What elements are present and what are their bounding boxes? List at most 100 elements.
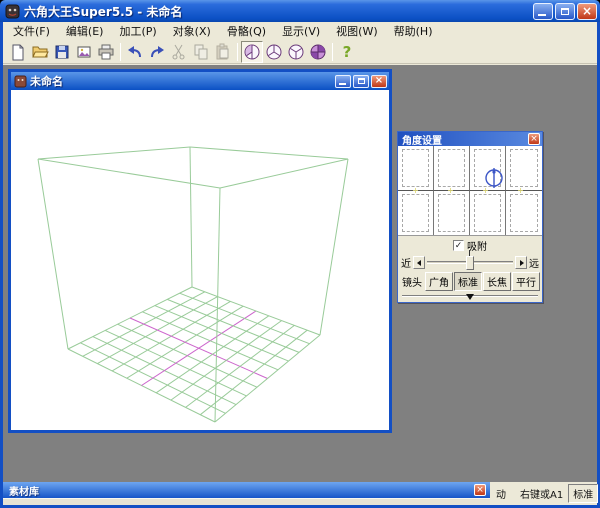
left-triangle-icon xyxy=(417,260,421,266)
redo-icon[interactable] xyxy=(146,41,168,63)
angle-preset-cell[interactable] xyxy=(506,191,542,236)
menu-display[interactable]: 显示(V) xyxy=(274,21,328,41)
status-bar: 动 右键或A1 标准 xyxy=(490,482,597,505)
lens-standard-button[interactable]: 标准 xyxy=(454,272,482,291)
snap-label: 吸附 xyxy=(467,238,487,253)
near-label: 近 xyxy=(401,255,411,270)
bottom-bar: 素材库 × 动 右键或A1 标准 xyxy=(3,482,597,505)
figure-marker xyxy=(518,188,523,193)
material-library-bar[interactable]: 素材库 × xyxy=(3,482,490,498)
preset-frame xyxy=(474,194,501,233)
angle-preset-grid xyxy=(398,146,542,236)
document-titlebar[interactable]: 未命名 × xyxy=(11,72,389,90)
doc-close-button[interactable]: × xyxy=(371,75,387,88)
slider-thumb[interactable] xyxy=(466,256,474,270)
print-icon[interactable] xyxy=(95,41,117,63)
undo-icon[interactable] xyxy=(124,41,146,63)
snap-checkbox[interactable]: ✓ xyxy=(453,240,464,251)
preset-frame xyxy=(510,149,538,187)
wireframe-cube xyxy=(11,90,389,430)
maximize-button[interactable] xyxy=(555,3,575,20)
help-icon[interactable]: ? xyxy=(336,41,358,63)
doc-minimize-icon xyxy=(339,83,346,85)
open-folder-icon[interactable] xyxy=(29,41,51,63)
preset-frame xyxy=(402,194,429,233)
figure-marker xyxy=(483,188,488,193)
toolbar-separator xyxy=(120,43,121,61)
angle-preset-cell[interactable] xyxy=(470,191,506,236)
rotate-view-3-icon[interactable] xyxy=(285,41,307,63)
menu-file[interactable]: 文件(F) xyxy=(5,21,58,41)
menu-edit[interactable]: 编辑(E) xyxy=(58,21,112,41)
window-body: 文件(F) 编辑(E) 加工(P) 对象(X) 骨骼(Q) 显示(V) 视图(W… xyxy=(0,22,600,508)
image-icon[interactable] xyxy=(73,41,95,63)
figure-marker xyxy=(448,188,453,193)
save-icon[interactable] xyxy=(51,41,73,63)
slider-right-arrow[interactable] xyxy=(515,256,527,269)
minimize-button[interactable] xyxy=(533,3,553,20)
sphere-view-icon[interactable] xyxy=(307,41,329,63)
angle-panel-close-button[interactable]: × xyxy=(528,133,540,145)
paste-icon[interactable] xyxy=(212,41,234,63)
material-library-title: 素材库 xyxy=(9,483,474,498)
lens-row: 镜头 广角 标准 长焦 平行 xyxy=(398,271,542,291)
angle-preset-cell[interactable] xyxy=(398,146,434,191)
angle-preset-cell[interactable] xyxy=(506,146,542,191)
lens-wide-button[interactable]: 广角 xyxy=(425,272,453,291)
preset-frame xyxy=(438,149,465,187)
angle-preset-cell[interactable] xyxy=(434,146,470,191)
angle-preset-cell[interactable] xyxy=(434,191,470,236)
toolbar: ? xyxy=(3,40,597,64)
slider-left-arrow[interactable] xyxy=(413,256,425,269)
camera-angle-indicator[interactable] xyxy=(484,168,504,188)
preset-frame xyxy=(402,149,429,187)
menu-object[interactable]: 对象(X) xyxy=(165,21,219,41)
menu-process[interactable]: 加工(P) xyxy=(111,21,164,41)
angle-panel-titlebar[interactable]: 角度设置 × xyxy=(398,132,542,146)
preset-frame xyxy=(438,194,465,233)
distance-slider-row: 近 远 xyxy=(398,254,542,271)
viewport-3d[interactable] xyxy=(11,90,389,430)
titlebar[interactable]: 六角大王Super5.5 - 未命名 × xyxy=(0,0,600,22)
status-hint: 右键或A1 xyxy=(520,486,563,501)
toolbar-separator xyxy=(237,43,238,61)
slider-pointer[interactable] xyxy=(466,294,474,300)
doc-maximize-icon xyxy=(358,78,365,84)
lens-telephoto-button[interactable]: 长焦 xyxy=(483,272,511,291)
preset-frame xyxy=(510,194,538,233)
snap-row: ✓ 吸附 xyxy=(398,236,542,254)
angle-fine-slider[interactable] xyxy=(398,291,542,302)
document-icon xyxy=(14,75,27,88)
angle-settings-panel: 角度设置 × xyxy=(397,131,543,303)
new-file-icon[interactable] xyxy=(7,41,29,63)
angle-panel-title: 角度设置 xyxy=(402,132,528,147)
material-library-close-button[interactable]: × xyxy=(474,484,486,496)
window-title: 六角大王Super5.5 - 未命名 xyxy=(24,3,533,20)
menu-bone[interactable]: 骨骼(Q) xyxy=(219,21,274,41)
status-left: 动 xyxy=(496,486,506,501)
menu-help[interactable]: 帮助(H) xyxy=(386,21,441,41)
menu-view[interactable]: 视图(W) xyxy=(328,21,385,41)
figure-marker xyxy=(413,188,418,193)
doc-maximize-button[interactable] xyxy=(353,75,369,88)
minimize-icon xyxy=(538,14,546,16)
svg-text:?: ? xyxy=(343,43,352,61)
right-triangle-icon xyxy=(520,260,524,266)
doc-minimize-button[interactable] xyxy=(335,75,351,88)
document-title: 未命名 xyxy=(30,73,335,89)
lens-parallel-button[interactable]: 平行 xyxy=(512,272,540,291)
document-window: 未命名 × xyxy=(8,69,392,433)
status-mode: 标准 xyxy=(568,484,598,503)
distance-slider[interactable] xyxy=(427,261,513,264)
angle-preset-cell[interactable] xyxy=(398,191,434,236)
copy-icon[interactable] xyxy=(190,41,212,63)
workspace: 未命名 × 角度设置 × xyxy=(3,65,597,482)
close-button[interactable]: × xyxy=(577,3,597,20)
rotate-view-1-icon[interactable] xyxy=(241,41,263,63)
rotate-view-2-icon[interactable] xyxy=(263,41,285,63)
lens-label: 镜头 xyxy=(402,274,422,289)
application-window: 六角大王Super5.5 - 未命名 × 文件(F) 编辑(E) 加工(P) 对… xyxy=(0,0,600,508)
cut-icon[interactable] xyxy=(168,41,190,63)
material-library-strip xyxy=(3,498,490,505)
menubar: 文件(F) 编辑(E) 加工(P) 对象(X) 骨骼(Q) 显示(V) 视图(W… xyxy=(3,22,597,40)
